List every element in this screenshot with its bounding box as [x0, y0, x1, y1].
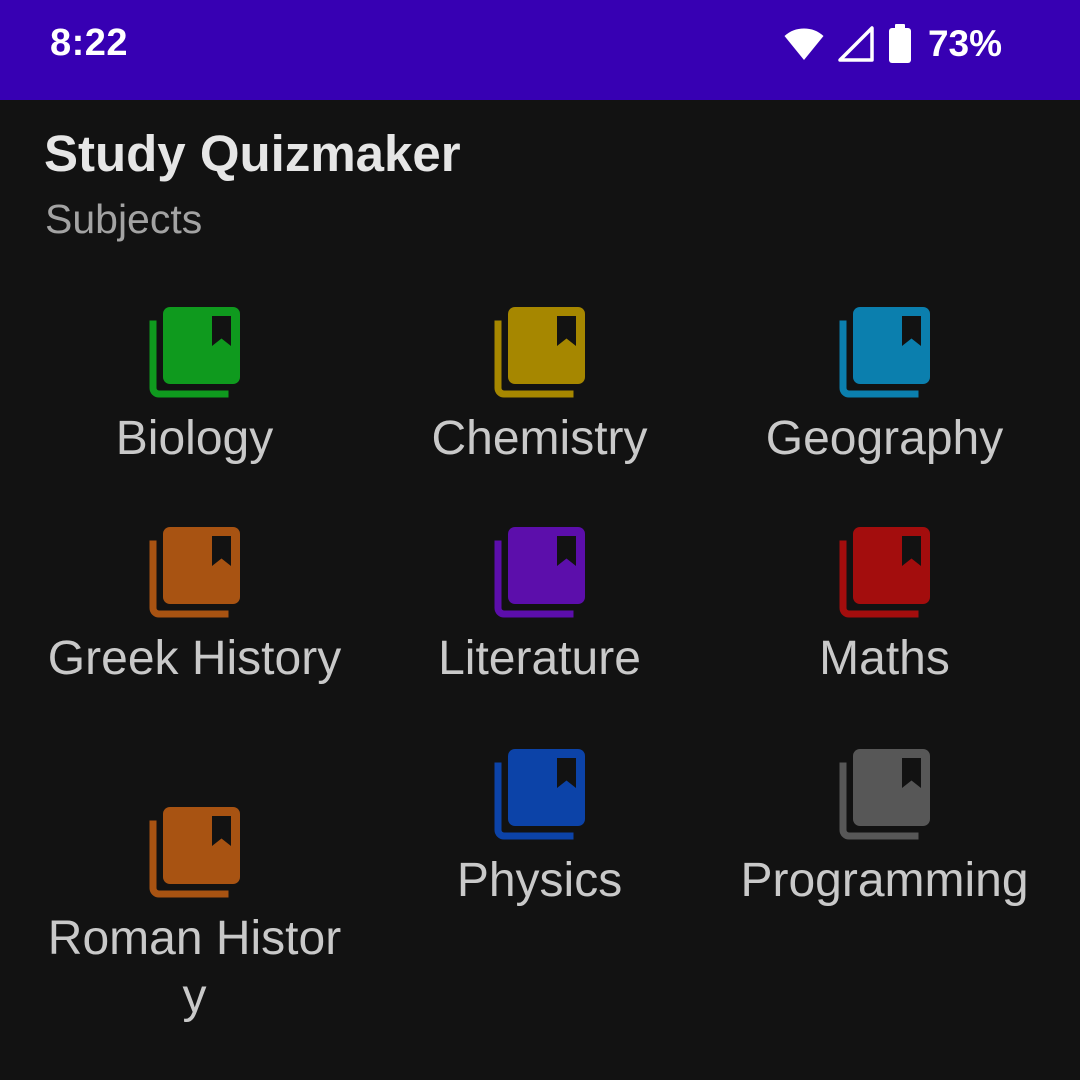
subject-label: Programming [740, 854, 1029, 907]
subject-label: Roman History [47, 912, 342, 1023]
subject-label: Maths [819, 632, 950, 685]
cell-signal-icon [838, 26, 874, 62]
library-books-icon [149, 807, 240, 898]
status-bar: 8:22 73% [0, 0, 1080, 100]
library-books-icon [839, 307, 930, 398]
subject-tile-literature[interactable]: Literature [367, 520, 712, 688]
status-time: 8:22 [50, 22, 129, 64]
wifi-icon [784, 28, 824, 60]
library-books-icon [494, 749, 585, 840]
subject-tile-roman-history[interactable]: Roman History [22, 800, 367, 1026]
subject-label: Biology [115, 412, 274, 465]
subject-label: Chemistry [431, 412, 648, 465]
subject-label: Geography [765, 412, 1004, 465]
subject-label: Physics [456, 854, 623, 907]
app-title: Study Quizmaker [44, 125, 461, 182]
subject-label: Greek History [47, 632, 342, 685]
battery-icon [888, 24, 911, 63]
library-books-icon [494, 307, 585, 398]
subject-tile-programming[interactable]: Programming [712, 742, 1057, 910]
subject-tile-geography[interactable]: Geography [712, 300, 1057, 468]
subject-tile-maths[interactable]: Maths [712, 520, 1057, 688]
battery-percent: 73% [927, 23, 1002, 64]
library-books-icon [149, 527, 240, 618]
library-books-icon [839, 527, 930, 618]
subject-tile-physics[interactable]: Physics [367, 742, 712, 910]
section-subtitle: Subjects [45, 196, 203, 242]
subject-tile-chemistry[interactable]: Chemistry [367, 300, 712, 468]
library-books-icon [494, 527, 585, 618]
library-books-icon [839, 749, 930, 840]
subject-tile-biology[interactable]: Biology [22, 300, 367, 468]
subject-label: Literature [438, 632, 641, 685]
library-books-icon [149, 307, 240, 398]
subject-tile-greek-history[interactable]: Greek History [22, 520, 367, 688]
status-icons: 73% [784, 22, 1002, 66]
